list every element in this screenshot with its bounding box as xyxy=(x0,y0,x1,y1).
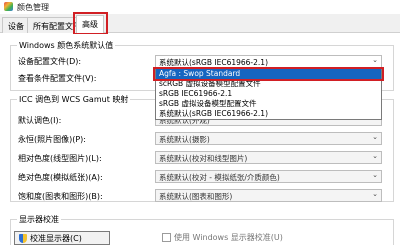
annotation-highlight-tab xyxy=(73,12,108,35)
chevron-down-icon[interactable]: ⌄ xyxy=(372,152,378,160)
dropdown-option[interactable]: sRGB IEC61966-2.1 xyxy=(156,89,381,99)
use-windows-calibration-label: 使用 Windows 显示器校准(U) xyxy=(174,233,283,242)
saturation-label: 饱和度(图表和图形)(B): xyxy=(18,192,103,201)
window-title: 颜色管理 xyxy=(17,3,49,12)
shield-icon xyxy=(19,233,27,243)
perceptual-value: 系统默认(摄影) xyxy=(159,135,210,144)
default-intent-label: 默认调色(I): xyxy=(18,116,62,125)
dropdown-option[interactable]: sRGB 虚拟设备模型配置文件 xyxy=(156,99,381,109)
chevron-down-icon[interactable]: ⌄ xyxy=(372,56,378,64)
perceptual-label: 永恒(照片图像)(P): xyxy=(18,135,87,144)
group-heading: 显示器校准 xyxy=(17,214,61,225)
group-heading: Windows 颜色系统默认值 xyxy=(17,40,116,51)
chevron-down-icon[interactable]: ⌄ xyxy=(372,133,378,141)
tab-devices[interactable]: 设备 xyxy=(2,17,30,33)
group-heading: ICC 调色到 WCS Gamut 映射 xyxy=(17,94,131,105)
relative-colorimetric-select[interactable]: 系统默认(校对和线型图片) ⌄ xyxy=(155,151,382,164)
calibrate-display-button[interactable]: 校准显示器(C) xyxy=(14,231,110,245)
calibrate-display-label: 校准显示器(C) xyxy=(30,233,82,243)
device-profile-value: 系统默认(sRGB IEC61966-2.1) xyxy=(159,58,268,67)
relative-colorimetric-label: 相对色度(线型图片)(L): xyxy=(18,154,102,163)
color-management-icon xyxy=(4,2,13,11)
saturation-value: 系统默认(图表和图形) xyxy=(159,192,233,201)
relative-colorimetric-value: 系统默认(校对和线型图片) xyxy=(159,154,248,163)
use-windows-calibration-checkbox[interactable] xyxy=(162,233,171,242)
annotation-highlight-option xyxy=(153,67,384,81)
perceptual-select[interactable]: 系统默认(摄影) ⌄ xyxy=(155,132,382,145)
chevron-down-icon[interactable]: ⌄ xyxy=(372,171,378,179)
title-bar: 颜色管理 xyxy=(0,0,400,14)
tab-strip: 设备 所有配置文件 高级 xyxy=(0,14,400,34)
absolute-colorimetric-select[interactable]: 系统默认(校对 - 模拟纸张/介质颜色) ⌄ xyxy=(155,170,382,183)
device-profile-label: 设备配置文件(D): xyxy=(18,57,82,66)
chevron-down-icon[interactable]: ⌄ xyxy=(372,190,378,198)
dropdown-option[interactable]: 系统默认(sRGB IEC61966-2.1) xyxy=(156,109,381,119)
saturation-select[interactable]: 系统默认(图表和图形) ⌄ xyxy=(155,189,382,202)
absolute-colorimetric-label: 绝对色度(模拟纸张)(A): xyxy=(18,173,103,182)
viewing-conditions-label: 查看条件配置文件(V): xyxy=(18,74,97,83)
absolute-colorimetric-value: 系统默认(校对 - 模拟纸张/介质颜色) xyxy=(159,173,280,182)
